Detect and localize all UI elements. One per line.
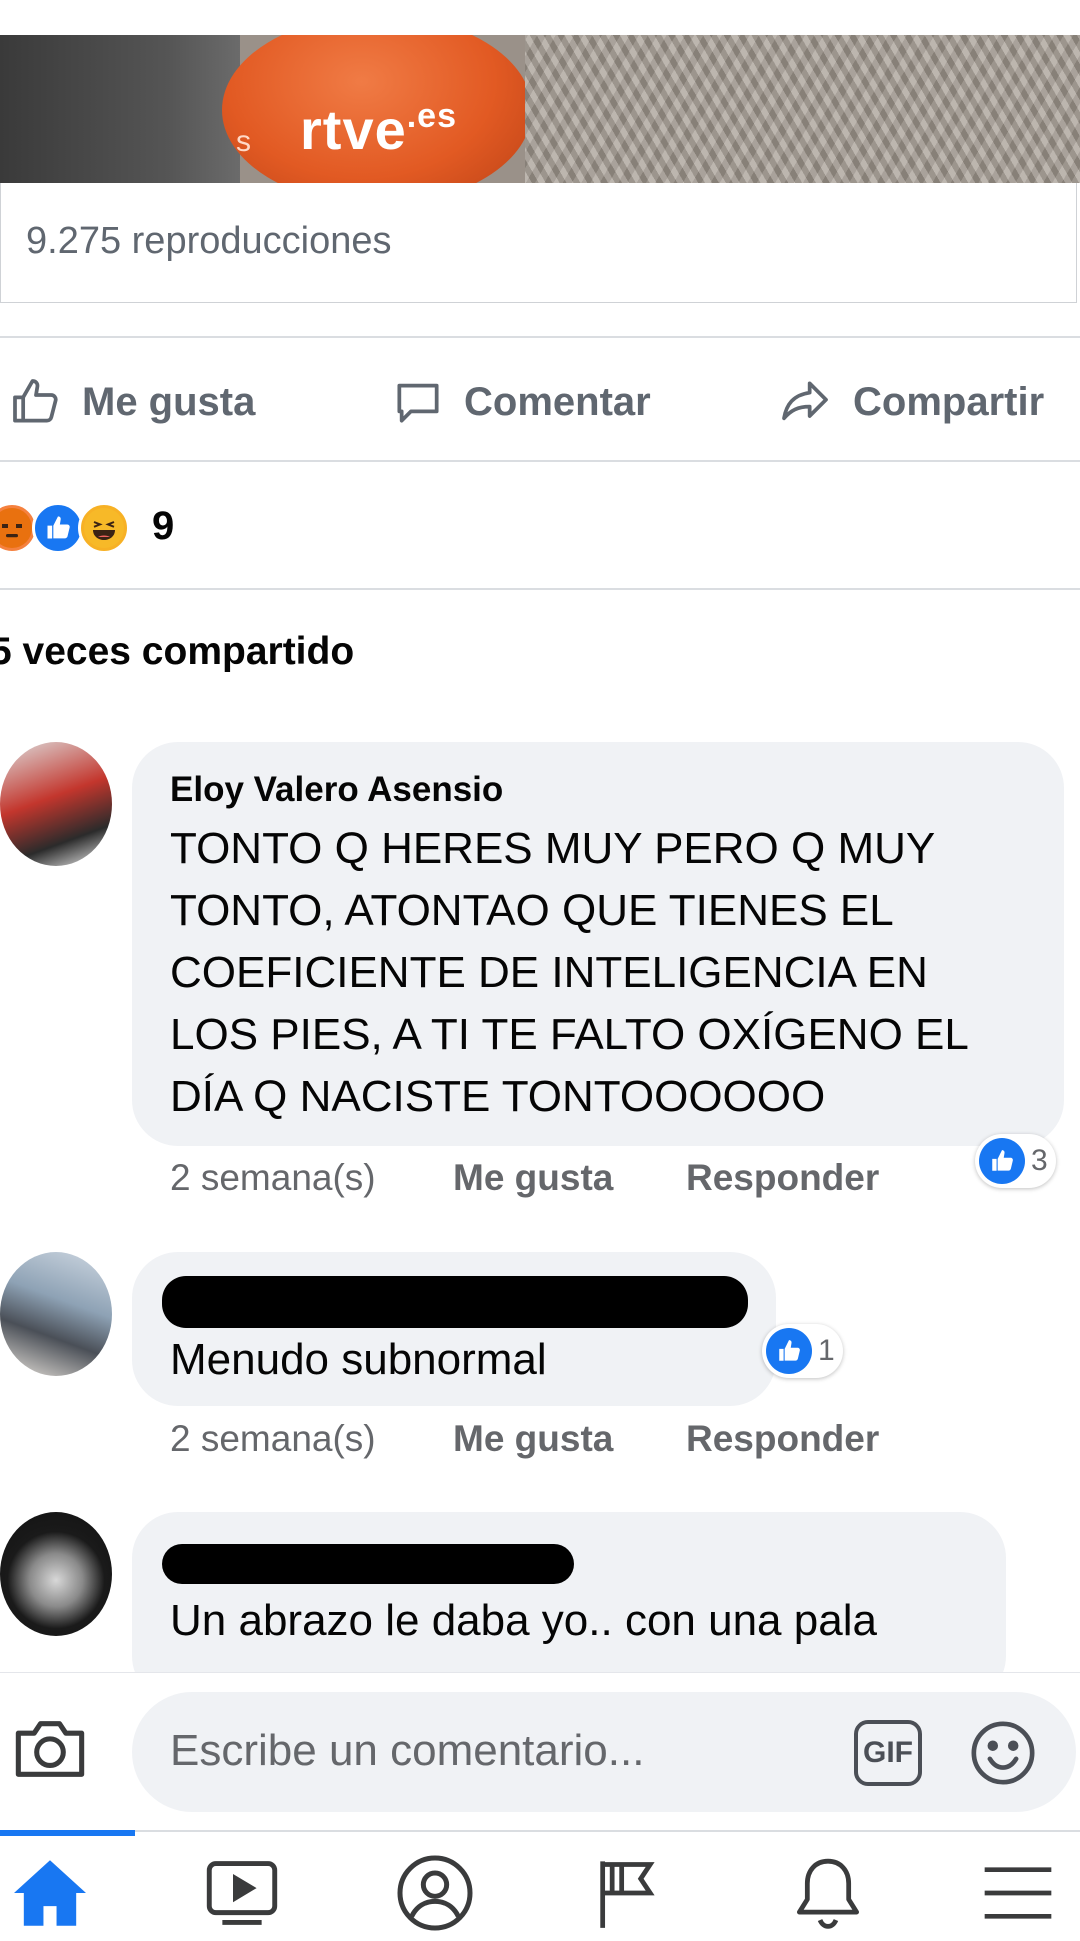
reaction-count[interactable]: 9 bbox=[152, 504, 174, 549]
comment-line: TONTO, ATONTAO QUE TIENES EL bbox=[170, 886, 894, 935]
home-icon[interactable] bbox=[0, 1852, 100, 1934]
comment-line: DÍA Q NACISTE TONTOOOOOO bbox=[170, 1072, 826, 1121]
divider bbox=[0, 460, 1080, 462]
reaction-summary[interactable] bbox=[0, 500, 130, 556]
thumbnail-dark-region bbox=[0, 35, 240, 183]
like-icon bbox=[766, 1328, 812, 1374]
camera-icon[interactable] bbox=[12, 1714, 88, 1789]
comment-button[interactable]: Comentar bbox=[390, 372, 651, 432]
like-label: Me gusta bbox=[82, 379, 256, 424]
comment-text: Menudo subnormal bbox=[170, 1329, 547, 1391]
comment-line: TONTO Q HERES MUY PERO Q MUY bbox=[170, 824, 936, 873]
gif-label: GIF bbox=[863, 1736, 913, 1769]
emoji-icon[interactable] bbox=[968, 1718, 1038, 1793]
profile-icon[interactable] bbox=[385, 1852, 485, 1934]
haha-reaction-icon bbox=[78, 502, 130, 554]
share-arrow-icon bbox=[782, 381, 828, 421]
video-thumbnail[interactable]: s rtve.es bbox=[0, 35, 1080, 183]
comment-line: LOS PIES, A TI TE FALTO OXÍGENO EL bbox=[170, 1010, 969, 1059]
divider bbox=[0, 588, 1080, 590]
pages-flag-icon[interactable] bbox=[578, 1852, 678, 1934]
comment-reply-button[interactable]: Responder bbox=[686, 1157, 879, 1199]
share-button[interactable]: Compartir bbox=[775, 372, 1044, 432]
comment-timestamp: 2 semana(s) bbox=[170, 1157, 376, 1198]
redacted-author bbox=[162, 1544, 574, 1584]
comment-like-badge[interactable]: 1 bbox=[762, 1324, 843, 1378]
comment-reply-button[interactable]: Responder bbox=[686, 1418, 879, 1460]
like-count: 3 bbox=[1031, 1144, 1048, 1177]
share-label: Compartir bbox=[853, 379, 1045, 424]
knit-texture bbox=[525, 35, 1080, 183]
comment-author[interactable]: Eloy Valero Asensio bbox=[170, 770, 503, 810]
comment-line: Menudo subnormal bbox=[170, 1335, 547, 1384]
comment-icon bbox=[397, 383, 439, 423]
comment-like-button[interactable]: Me gusta bbox=[453, 1418, 613, 1460]
bottom-tab-bar bbox=[0, 1830, 1080, 1941]
watch-icon[interactable] bbox=[192, 1852, 292, 1934]
comment-timestamp: 2 semana(s) bbox=[170, 1418, 376, 1459]
like-count: 1 bbox=[818, 1334, 835, 1367]
comment-text: TONTO Q HERES MUY PERO Q MUY TONTO, ATON… bbox=[170, 818, 969, 1128]
rtve-logo: rtve.es bbox=[300, 97, 457, 161]
thumbs-up-icon bbox=[13, 379, 58, 423]
view-count: 9.275 reproducciones bbox=[26, 220, 392, 262]
comment-input-placeholder: Escribe un comentario... bbox=[170, 1726, 645, 1775]
gif-button[interactable]: GIF bbox=[854, 1720, 922, 1786]
comment-line: COEFICIENTE DE INTELIGENCIA EN bbox=[170, 948, 928, 997]
comment-line: Un abrazo le daba yo.. con una pala bbox=[170, 1596, 877, 1645]
redacted-author bbox=[162, 1276, 748, 1328]
comment-like-badge[interactable]: 3 bbox=[975, 1134, 1056, 1188]
avatar[interactable] bbox=[0, 742, 112, 866]
logo-fragment: s bbox=[236, 125, 251, 158]
share-count[interactable]: 5 veces compartido bbox=[0, 630, 354, 674]
like-reaction-icon bbox=[32, 502, 84, 554]
notifications-icon[interactable] bbox=[778, 1852, 878, 1934]
like-icon bbox=[979, 1138, 1025, 1184]
comment-text: Un abrazo le daba yo.. con una pala bbox=[170, 1590, 877, 1652]
comment-like-button[interactable]: Me gusta bbox=[453, 1157, 613, 1199]
divider bbox=[0, 336, 1080, 338]
active-tab-indicator bbox=[0, 1830, 135, 1836]
avatar[interactable] bbox=[0, 1252, 112, 1376]
avatar[interactable] bbox=[0, 1512, 112, 1636]
comment-label: Comentar bbox=[464, 379, 651, 424]
menu-icon[interactable] bbox=[968, 1852, 1068, 1934]
like-button[interactable]: Me gusta bbox=[8, 372, 255, 432]
